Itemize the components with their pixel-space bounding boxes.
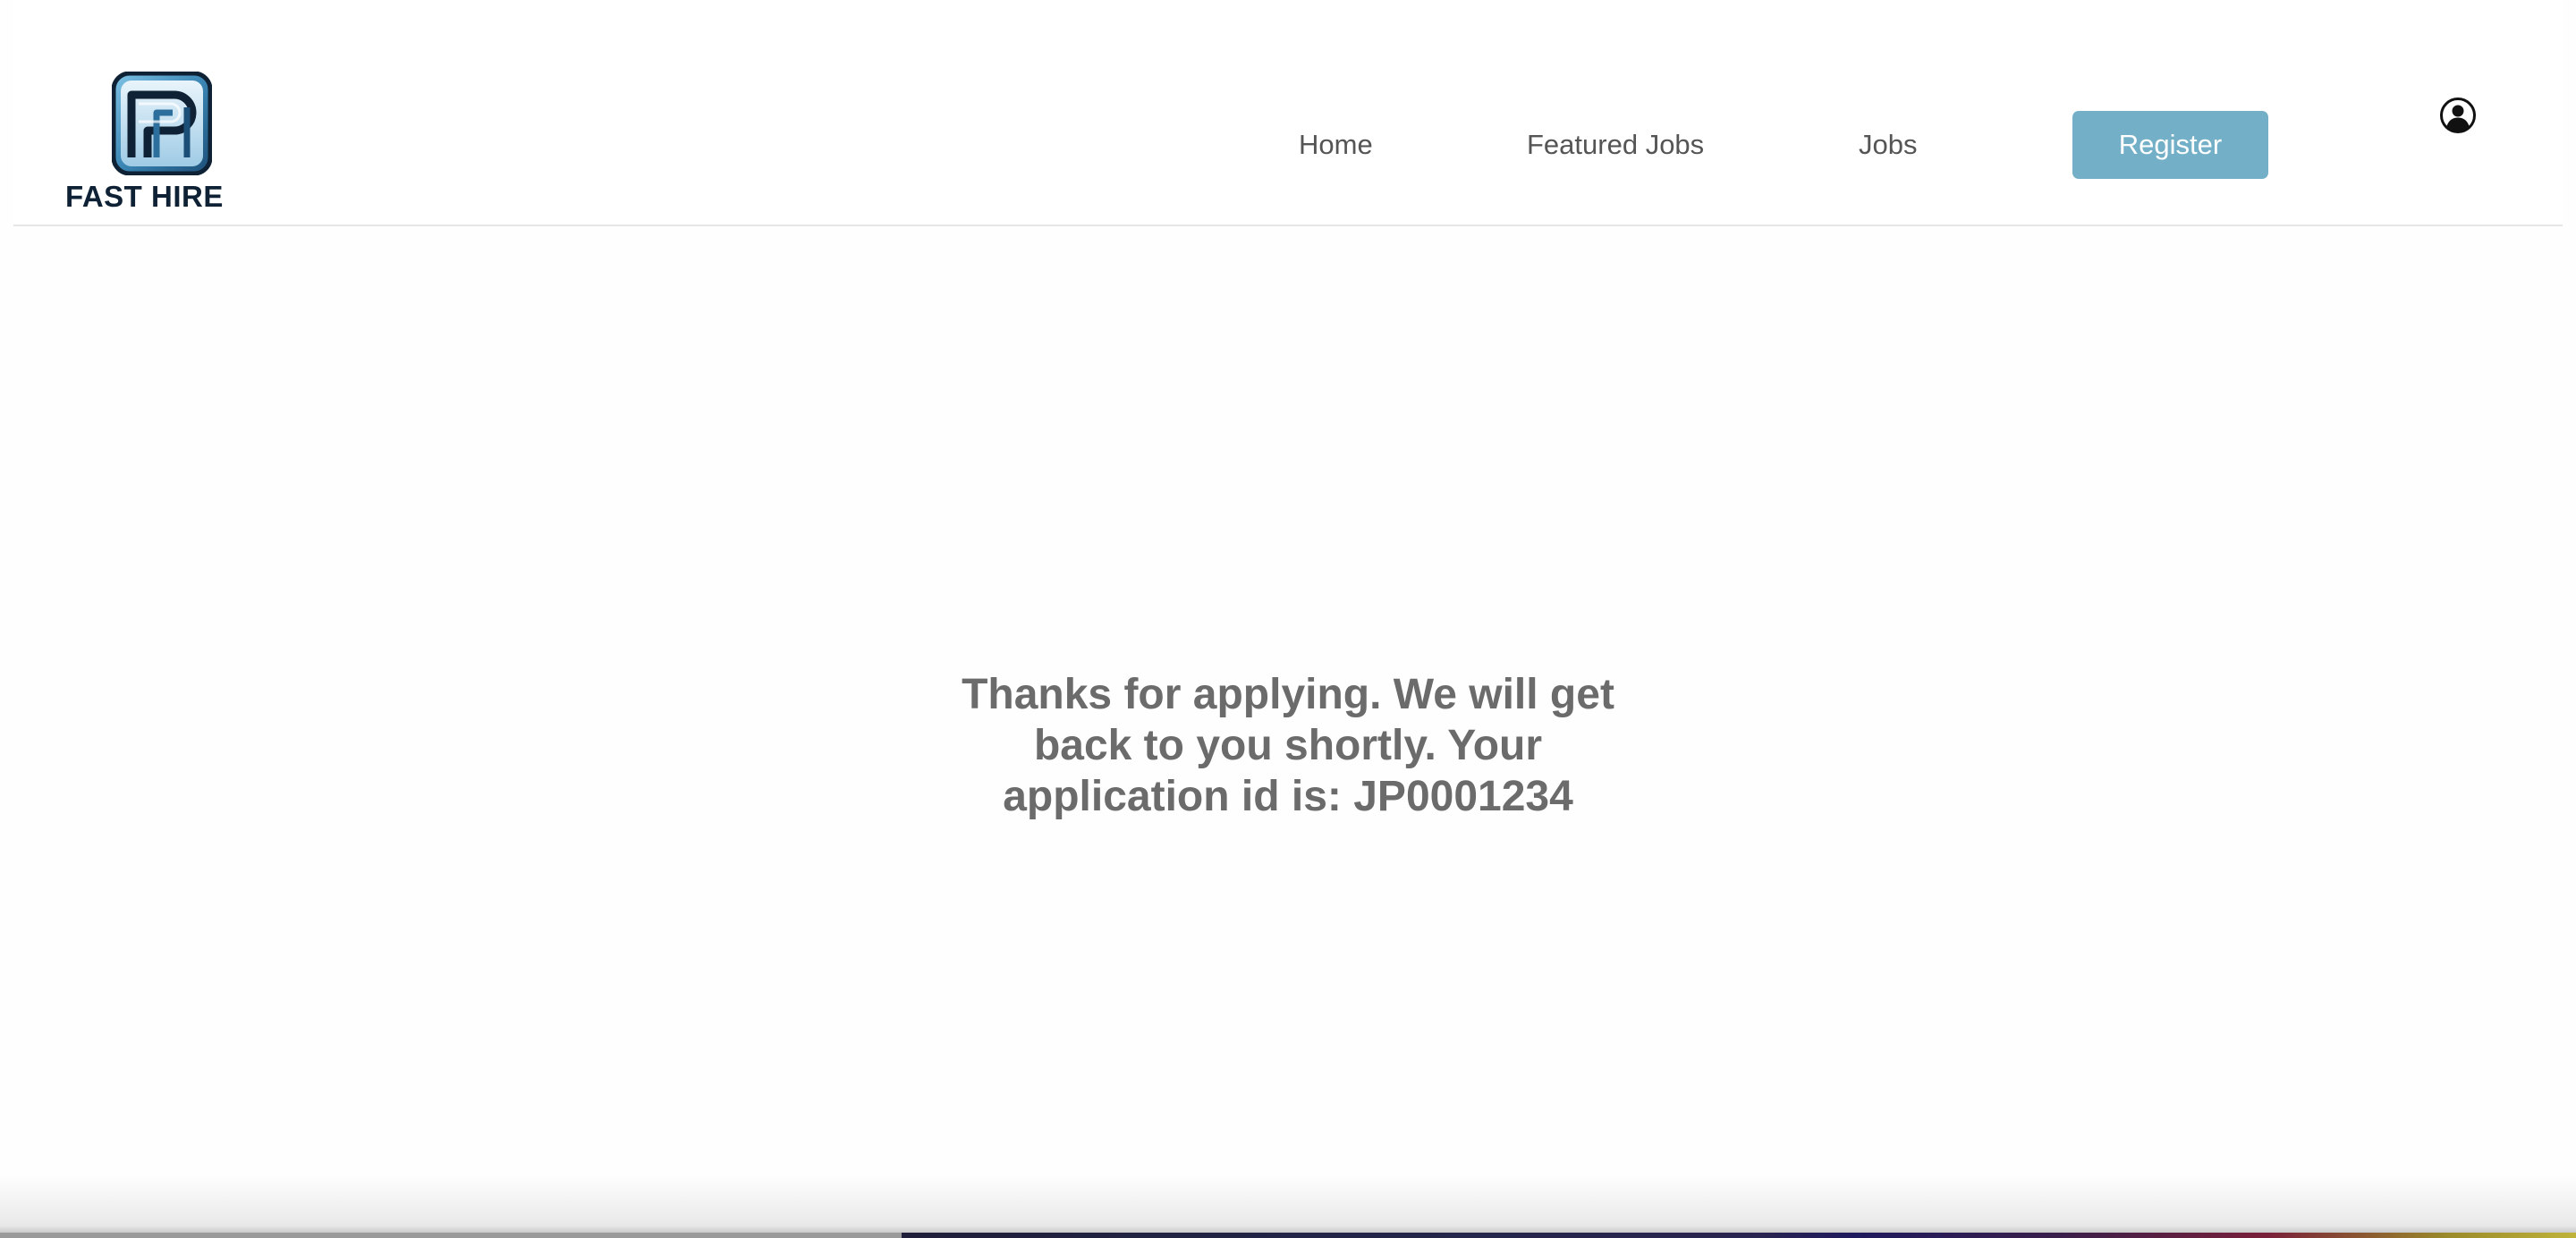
nav-featured-jobs-link[interactable]: Featured Jobs (1527, 111, 1704, 179)
application-confirmation-message: Thanks for applying. We will get back to… (962, 671, 1614, 820)
user-circle-icon[interactable] (2439, 97, 2477, 134)
register-button[interactable]: Register (2072, 111, 2268, 179)
nav-home-link[interactable]: Home (1299, 111, 1373, 179)
site-header: FAST HIRE Home Featured Jobs Jobs Regist… (13, 0, 2563, 226)
brand-logo[interactable]: FAST HIRE (65, 72, 253, 215)
bottom-edge-strip (0, 1233, 2576, 1238)
nav-jobs-link[interactable]: Jobs (1859, 111, 1917, 179)
brand-name: FAST HIRE (65, 180, 224, 213)
bottom-shadow (0, 1175, 2576, 1238)
page: FAST HIRE Home Featured Jobs Jobs Regist… (0, 0, 2576, 1238)
fast-hire-logo-icon (112, 72, 212, 175)
